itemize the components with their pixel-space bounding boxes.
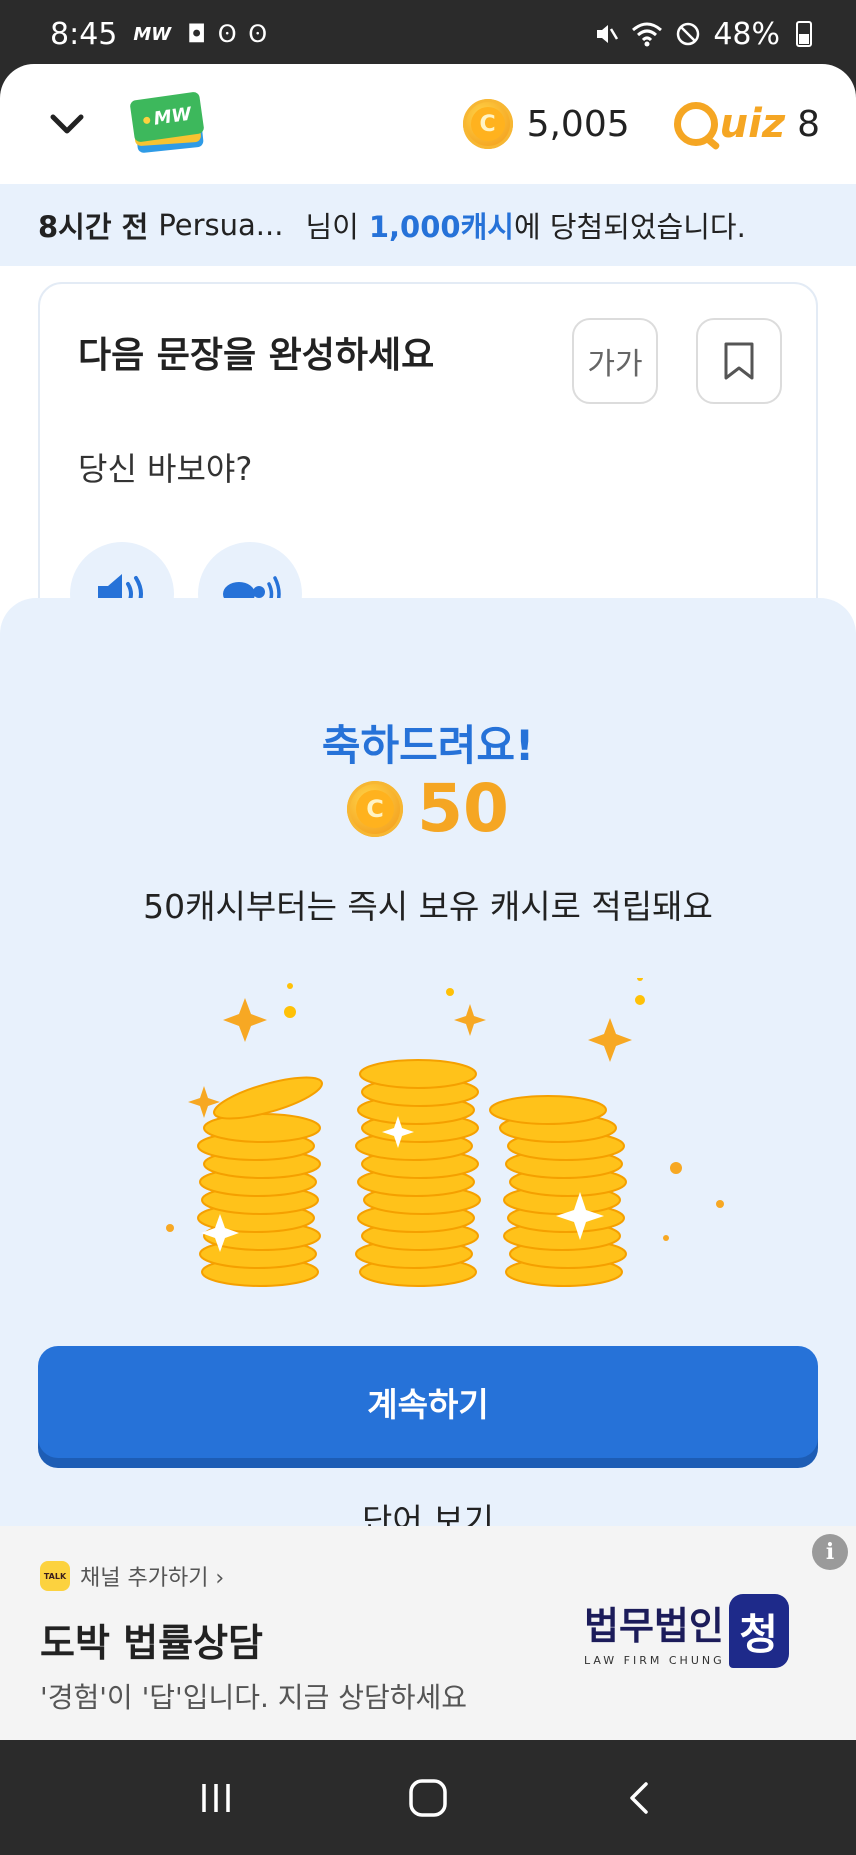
status-right: 48% bbox=[593, 17, 812, 52]
winner-notice-banner[interactable]: 8시간 전 Persua... 님이 1,000캐시 에 당첨되었습니다. bbox=[0, 184, 856, 266]
wifi-icon bbox=[632, 22, 663, 47]
notice-time: 8시간 전 bbox=[38, 210, 149, 244]
reward-value: 50 bbox=[417, 770, 509, 847]
ad-subtitle: '경험'이 '답'입니다. 지금 상담하세요 bbox=[40, 1681, 468, 1714]
ad-info-icon[interactable]: i bbox=[812, 1534, 848, 1570]
reward-description: 50캐시부터는 즉시 보유 캐시로 적립돼요 bbox=[143, 887, 713, 926]
app-logo[interactable]: MW bbox=[129, 91, 208, 154]
coin-stacks-illustration bbox=[166, 978, 724, 1287]
back-icon bbox=[630, 1781, 648, 1814]
header-right: C 5,005 uiz 8 bbox=[462, 99, 820, 149]
app-header: MW C 5,005 uiz 8 bbox=[0, 64, 856, 184]
system-navigation-bar bbox=[0, 1740, 856, 1855]
coin-icon: C bbox=[462, 99, 513, 149]
chevron-down-icon bbox=[50, 114, 84, 134]
ad-title: 도박 법률상담 bbox=[40, 1621, 263, 1665]
status-left: 8:45 MW ◘ ʘ ʘ bbox=[50, 17, 269, 52]
reward-coin-icon: C bbox=[347, 780, 404, 837]
notice-tail: 에 당첨되었습니다. bbox=[513, 210, 746, 244]
ad-brand-main: 법무법인 bbox=[584, 1604, 724, 1648]
notice-amount: 1,000캐시 bbox=[368, 210, 514, 244]
mute-icon bbox=[597, 25, 619, 43]
recent-apps-button[interactable] bbox=[186, 1768, 246, 1828]
ad-brand-logo: 법무법인 LAW FIRM CHUNG 청 bbox=[584, 1594, 789, 1668]
home-icon bbox=[409, 1778, 447, 1817]
ad-channel-label: 채널 추가하기 › bbox=[80, 1566, 225, 1591]
quiz-label: uiz bbox=[719, 101, 786, 147]
ad-channel-add[interactable]: TALK 채널 추가하기 › bbox=[40, 1560, 224, 1592]
coin-symbol: C bbox=[470, 107, 505, 141]
mw-notification-icon: MW bbox=[133, 23, 172, 45]
ad-brand-sub: LAW FIRM CHUNG bbox=[584, 1654, 725, 1667]
ad-brand-char: 청 bbox=[728, 1594, 789, 1668]
battery-percent: 48% bbox=[713, 16, 780, 52]
home-button[interactable] bbox=[398, 1768, 458, 1828]
do-not-disturb-icon bbox=[677, 22, 700, 46]
kakao-talk-icon: TALK bbox=[40, 1561, 70, 1591]
ad-brand-text: 법무법인 LAW FIRM CHUNG bbox=[584, 1595, 725, 1667]
ad-banner[interactable]: i TALK 채널 추가하기 › 도박 법률상담 '경험'이 '답'입니다. 지… bbox=[0, 1526, 856, 1740]
quiz-logo[interactable]: uiz bbox=[673, 101, 786, 147]
quiz-q-icon bbox=[673, 102, 718, 146]
recent-apps-icon bbox=[202, 1783, 230, 1812]
congrats-title: 축하드려요! bbox=[321, 721, 535, 770]
quiz-count: 8 bbox=[797, 103, 820, 145]
status-time: 8:45 bbox=[50, 16, 118, 52]
status-bar: 8:45 MW ◘ ʘ ʘ 48% bbox=[0, 0, 856, 68]
notice-mid: 님이 bbox=[305, 210, 359, 244]
battery-icon bbox=[796, 21, 812, 47]
app-window: MW C 5,005 uiz 8 8시간 전 Persua... 님이 1,00… bbox=[0, 64, 856, 1740]
back-button[interactable] bbox=[610, 1768, 670, 1828]
reward-coin-symbol: C bbox=[356, 789, 395, 828]
coin-count[interactable]: 5,005 bbox=[527, 104, 630, 145]
reward-amount-row: C 50 bbox=[0, 770, 856, 847]
bookmark-icon bbox=[724, 342, 754, 380]
reward-bottom-sheet: 축하드려요! C 50 50캐시부터는 즉시 보유 캐시로 적립돼요 계속하기 … bbox=[0, 598, 856, 1540]
notice-user: Persua... bbox=[158, 208, 284, 242]
quiz-question: 당신 바보야? bbox=[78, 450, 253, 488]
collapse-button[interactable] bbox=[42, 99, 92, 149]
logo-text: MW bbox=[152, 103, 193, 130]
continue-button[interactable]: 계속하기 bbox=[38, 1346, 818, 1458]
font-size-button[interactable]: 가가 bbox=[572, 318, 658, 404]
quiz-title: 다음 문장을 완성하세요 bbox=[78, 335, 435, 376]
bookmark-button[interactable] bbox=[696, 318, 782, 404]
notification-icons: ◘ ʘ ʘ bbox=[187, 20, 270, 48]
